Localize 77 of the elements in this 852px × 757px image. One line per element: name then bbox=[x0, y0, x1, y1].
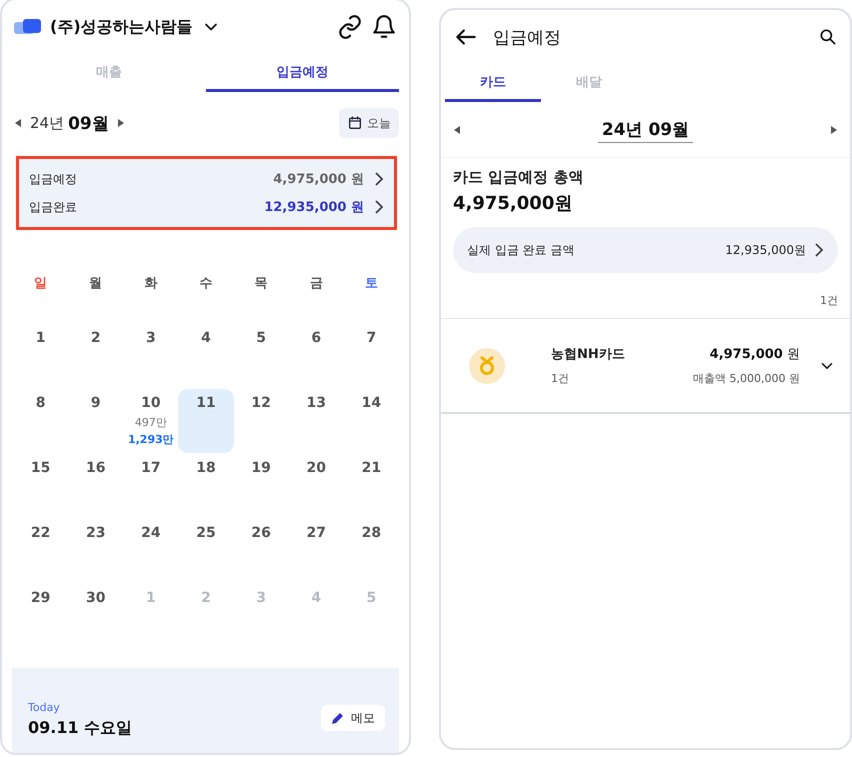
month-label: 09월 bbox=[68, 112, 109, 134]
day-number[interactable]: 19 bbox=[251, 460, 271, 476]
day-number[interactable]: 12 bbox=[251, 395, 271, 411]
day-number[interactable]: 9 bbox=[90, 395, 101, 411]
summary-amount[interactable]: 12,935,000 원 bbox=[264, 198, 364, 216]
search-icon[interactable] bbox=[818, 27, 838, 47]
card-amount: 4,975,000 원 bbox=[708, 346, 800, 363]
chevron-right-icon bbox=[374, 172, 384, 186]
today-button[interactable]: 오늘 bbox=[339, 108, 399, 138]
day-number[interactable]: 29 bbox=[30, 590, 50, 606]
weekday-label: 화 bbox=[143, 275, 158, 293]
item-count: 1건 bbox=[819, 293, 839, 309]
day-number[interactable]: 22 bbox=[30, 525, 50, 541]
completed-amount: 1,293만 bbox=[128, 432, 174, 447]
day-number[interactable]: 18 bbox=[196, 460, 216, 476]
total-label: 카드 입금예정 총액 bbox=[452, 167, 584, 187]
memo-button[interactable]: 메모 bbox=[321, 705, 385, 731]
weekday-label: 토 bbox=[364, 275, 379, 293]
day-number[interactable]: 21 bbox=[362, 460, 382, 476]
previous-month-icon[interactable] bbox=[14, 118, 22, 128]
day-number[interactable]: 11 bbox=[196, 395, 216, 411]
day-number[interactable]: 7 bbox=[366, 330, 376, 346]
weekday-label: 목 bbox=[254, 275, 269, 293]
summary-label: 입금예정 bbox=[29, 170, 78, 188]
weekday-label: 일 bbox=[33, 275, 48, 293]
actual-amount-button[interactable]: 실제 입금 완료 금액 12,935,000원 bbox=[453, 227, 838, 273]
day-number[interactable]: 16 bbox=[86, 460, 106, 476]
day-number[interactable]: 20 bbox=[306, 460, 326, 476]
previous-month-icon[interactable] bbox=[453, 124, 461, 134]
today-caption: Today bbox=[28, 701, 61, 714]
day-number[interactable]: 13 bbox=[306, 395, 326, 411]
day-number[interactable]: 27 bbox=[306, 525, 326, 541]
day-number[interactable]: 25 bbox=[196, 525, 216, 541]
day-number[interactable]: 17 bbox=[141, 460, 161, 476]
next-month-icon[interactable] bbox=[116, 118, 125, 128]
summary-label: 입금완료 bbox=[29, 198, 78, 216]
weekday-label: 월 bbox=[88, 275, 104, 293]
sales-amount: 매출액 5,000,000 원 bbox=[693, 371, 800, 386]
selected-day[interactable]: 11 bbox=[178, 389, 234, 453]
day-number[interactable]: 8 bbox=[36, 395, 46, 411]
year-label: 24년 bbox=[30, 114, 64, 132]
today-date: 09.11 수요일 bbox=[28, 718, 134, 739]
company-name[interactable]: (주)성공하는사람들 bbox=[50, 16, 193, 38]
day-number[interactable]: 4 bbox=[201, 330, 211, 346]
link-icon[interactable] bbox=[337, 14, 363, 40]
day-number[interactable]: 14 bbox=[362, 395, 382, 411]
day-number[interactable]: 28 bbox=[362, 525, 382, 541]
day-number[interactable]: 15 bbox=[30, 460, 50, 476]
total-amount: 4,975,000원 bbox=[452, 192, 574, 215]
summary-amount[interactable]: 4,975,000 원 bbox=[273, 170, 364, 188]
day-number[interactable]: 1 bbox=[36, 330, 46, 346]
card-name: 농협NH카드 bbox=[551, 346, 626, 363]
day-number[interactable]: 23 bbox=[86, 525, 106, 541]
day-number[interactable]: 5 bbox=[256, 330, 266, 346]
tab[interactable]: 입금예정 bbox=[206, 54, 399, 92]
card-logo-icon bbox=[469, 348, 505, 384]
day-number[interactable]: 2 bbox=[90, 330, 101, 346]
pencil-icon bbox=[331, 711, 345, 725]
next-month-icon[interactable] bbox=[830, 124, 838, 134]
day-number[interactable]: 3 bbox=[146, 330, 156, 346]
weekday-label: 수 bbox=[198, 275, 214, 293]
calendar-icon bbox=[347, 115, 363, 131]
chevron-right-icon bbox=[374, 200, 384, 214]
card-count: 1건 bbox=[551, 371, 570, 386]
weekday-label: 금 bbox=[308, 275, 324, 293]
logo-icon bbox=[14, 19, 42, 35]
month-label[interactable]: 24년 09월 bbox=[598, 120, 694, 143]
page-title: 입금예정 bbox=[493, 26, 561, 48]
bell-icon[interactable] bbox=[371, 14, 397, 40]
tab[interactable]: 카드 bbox=[445, 64, 541, 102]
day-number[interactable]: 10 bbox=[141, 395, 161, 411]
chevron-right-icon bbox=[814, 243, 824, 257]
day-number[interactable]: 24 bbox=[141, 525, 161, 541]
expected-amount: 497만 bbox=[134, 415, 167, 430]
day-number[interactable]: 6 bbox=[311, 330, 322, 346]
day-number[interactable]: 30 bbox=[86, 590, 106, 606]
day-number[interactable]: 26 bbox=[251, 525, 271, 541]
